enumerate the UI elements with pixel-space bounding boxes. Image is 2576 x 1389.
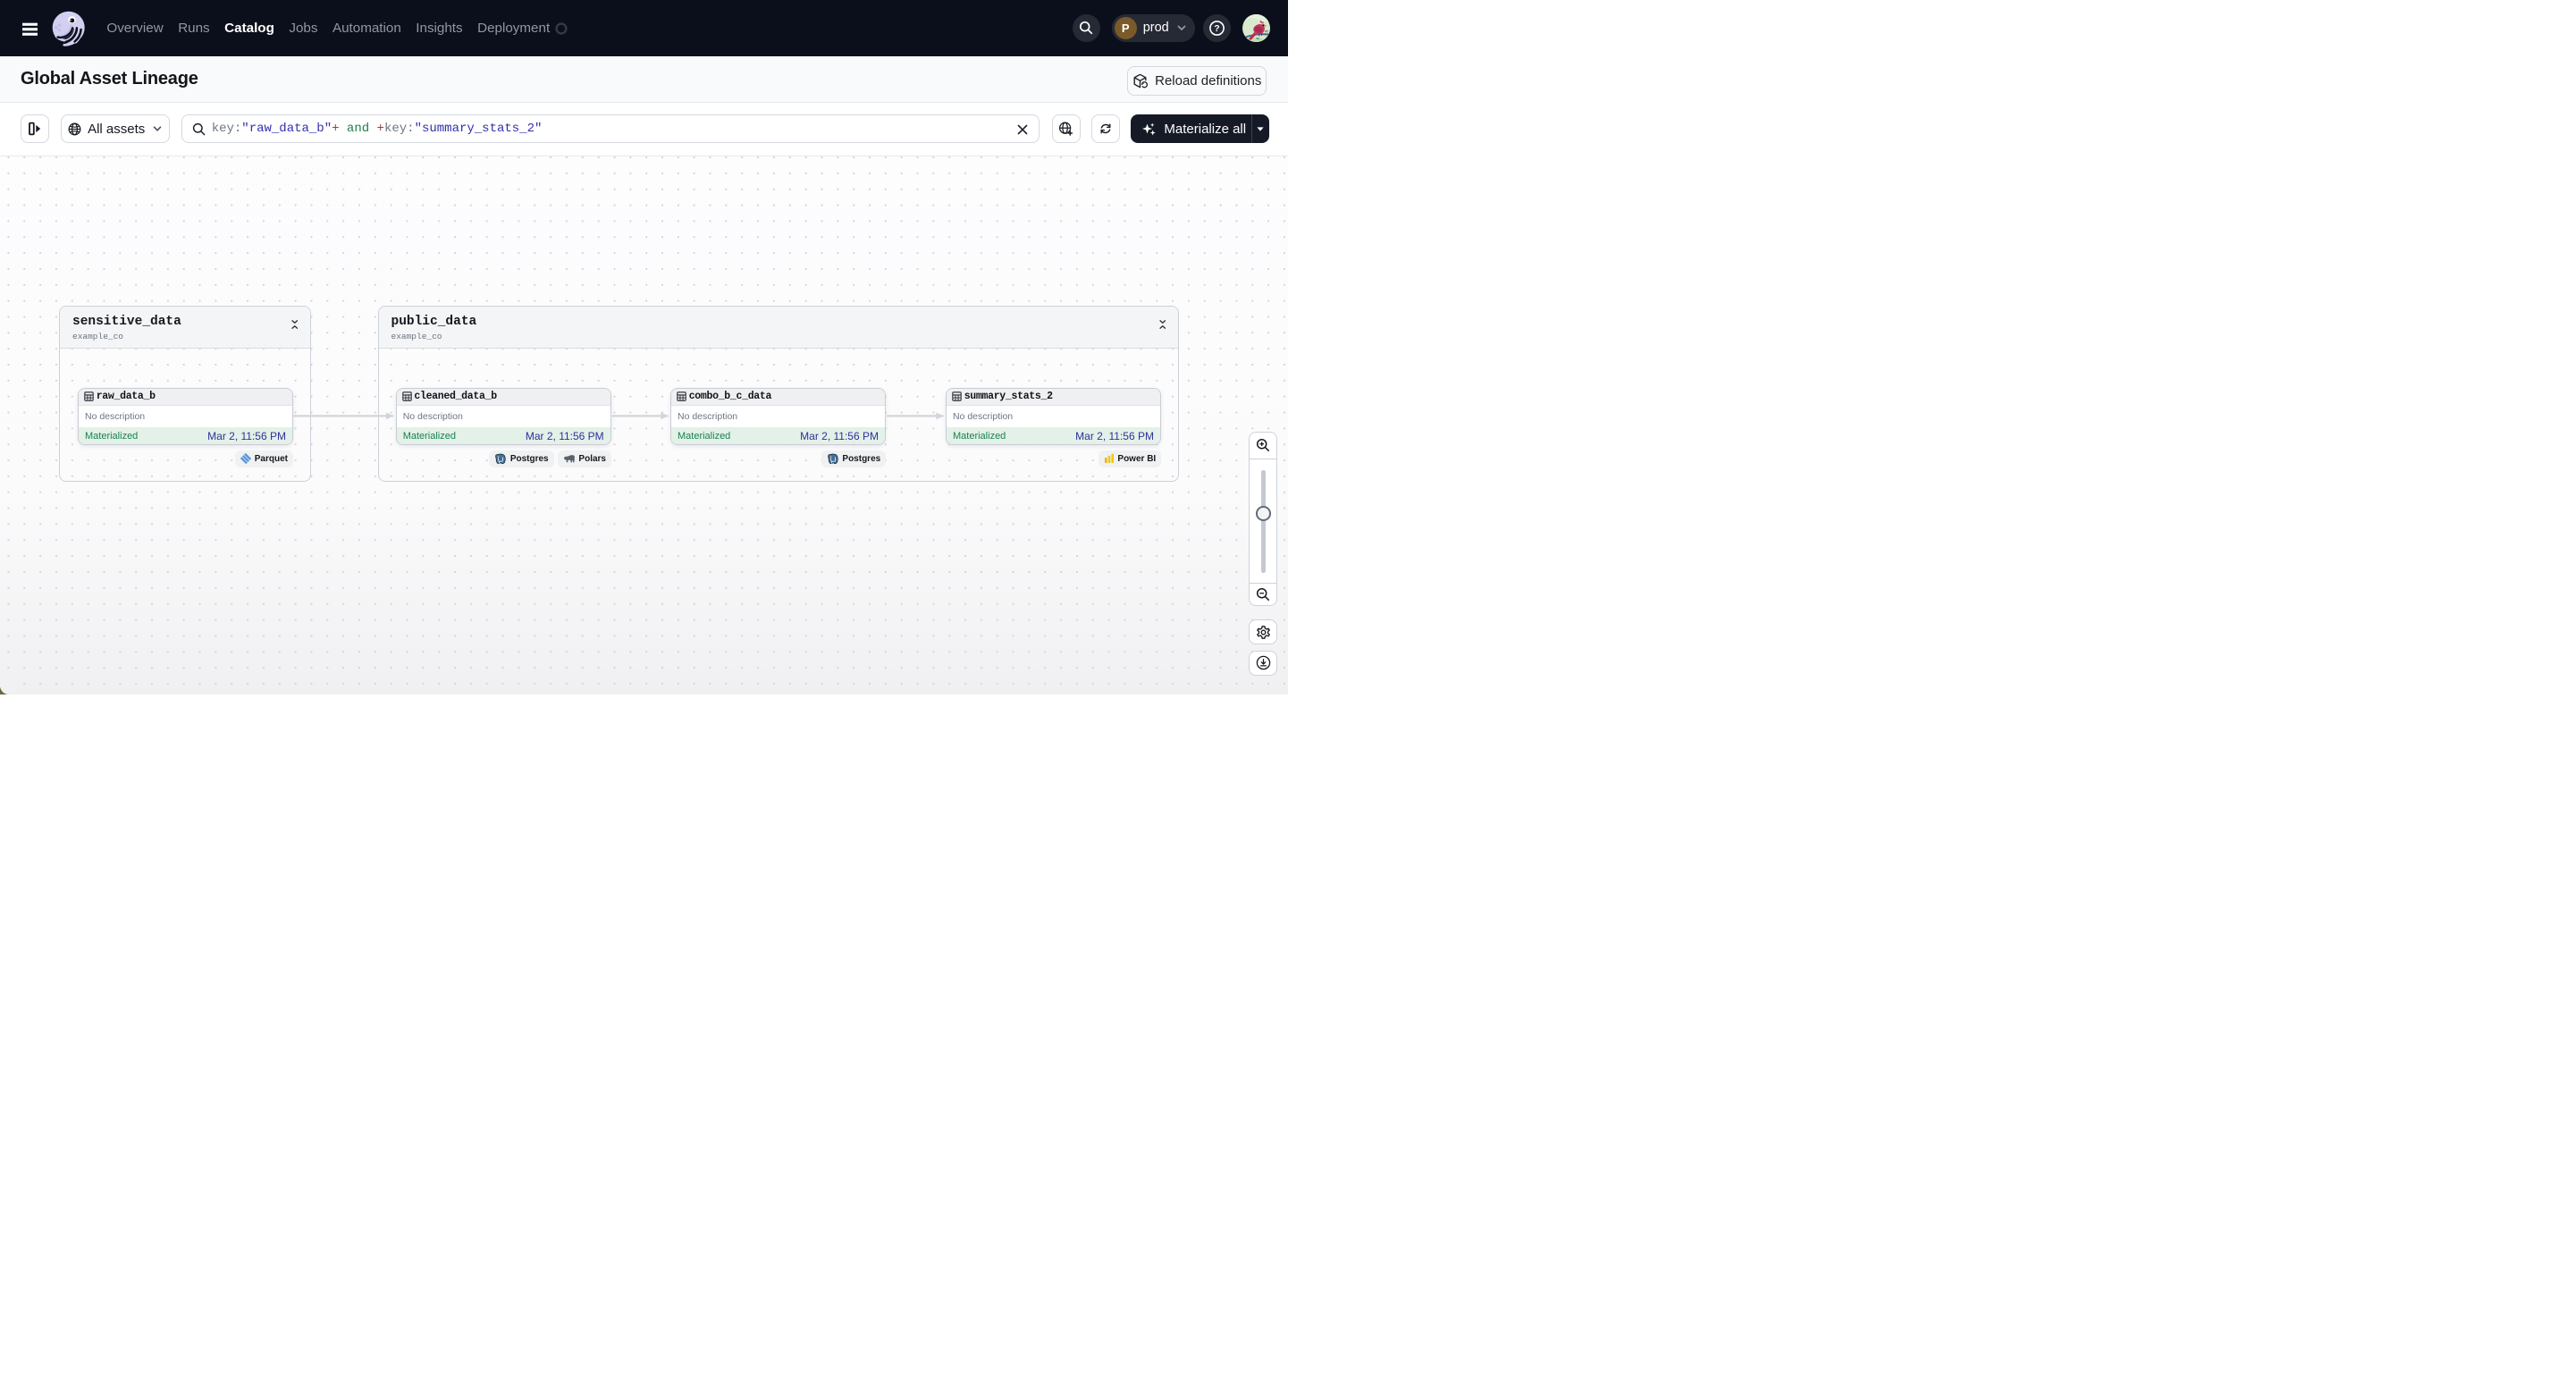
svg-text:?: ? (1214, 23, 1219, 34)
